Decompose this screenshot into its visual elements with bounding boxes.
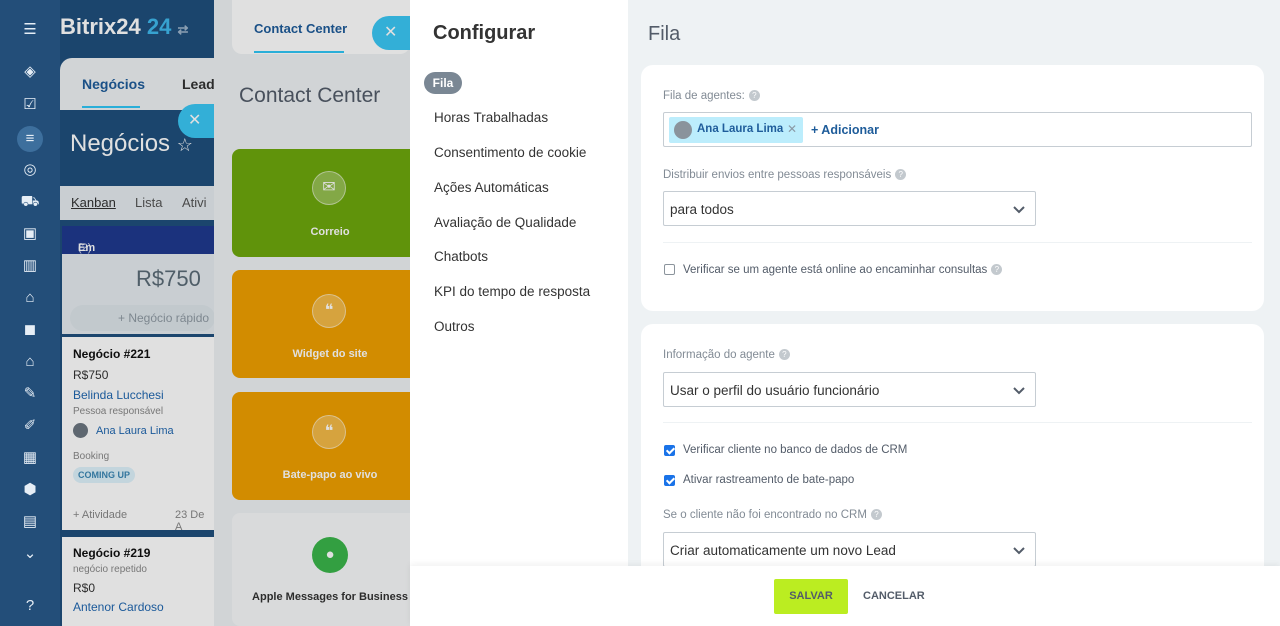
document-edit-icon[interactable]: ✐ — [20, 416, 40, 436]
check-crm-checkbox[interactable] — [664, 445, 675, 456]
crm-filter-icon[interactable]: ≡ — [17, 126, 43, 152]
agent-info-label: Informação do agente? — [663, 349, 790, 361]
box-icon[interactable]: ◼ — [20, 320, 40, 340]
not-found-value: Criar automaticamente um novo Lead — [670, 543, 896, 558]
tasks-icon[interactable]: ☑ — [20, 95, 40, 115]
config-title: Configurar — [433, 22, 536, 44]
activity-stream-icon[interactable]: ◈ — [20, 62, 40, 82]
building-icon[interactable]: ⌂ — [20, 352, 40, 372]
calendar-icon[interactable]: ▦ — [20, 448, 40, 468]
divider — [663, 422, 1252, 423]
save-button[interactable]: SALVAR — [774, 579, 848, 614]
menu-item-horas[interactable]: Horas Trabalhadas — [434, 110, 548, 125]
agent-info-select[interactable]: Usar o perfil do usuário funcionário — [663, 372, 1036, 407]
sign-icon[interactable]: ✎ — [20, 384, 40, 404]
not-found-select[interactable]: Criar automaticamente um novo Lead — [663, 532, 1036, 567]
hexagon-icon[interactable]: ⬢ — [20, 480, 40, 500]
remove-agent-icon[interactable]: ✕ — [787, 122, 797, 136]
robot-icon[interactable]: ⌂ — [20, 288, 40, 308]
menu-hamburger-icon[interactable]: ☰ — [20, 20, 40, 40]
not-found-text: Se o cliente não foi encontrado no CRM — [663, 509, 867, 521]
contact-center-icon[interactable]: ▤ — [20, 512, 40, 532]
avatar — [674, 121, 692, 139]
analytics-icon[interactable]: ▥ — [20, 256, 40, 276]
help-icon[interactable]: ? — [895, 169, 907, 180]
not-found-label: Se o cliente não foi encontrado no CRM? — [663, 509, 882, 521]
menu-item-outros[interactable]: Outros — [434, 319, 475, 334]
menu-item-chatbots[interactable]: Chatbots — [434, 249, 488, 264]
queue-label: Fila de agentes:? — [663, 90, 760, 102]
chevron-down-icon — [1013, 387, 1025, 395]
help-icon[interactable]: ? — [20, 596, 40, 616]
help-icon[interactable]: ? — [991, 264, 1003, 275]
overlay-dim — [60, 0, 410, 626]
check-online-label: Verificar se um agente está online ao en… — [683, 264, 1003, 276]
agent-chip-name: Ana Laura Lima — [697, 123, 784, 135]
check-crm-label: Verificar cliente no banco de dados de C… — [683, 444, 908, 456]
menu-item-cookie[interactable]: Consentimento de cookie — [434, 145, 586, 160]
help-icon[interactable]: ? — [778, 349, 790, 360]
menu-item-acoes[interactable]: Ações Automáticas — [434, 180, 549, 195]
add-agent-link[interactable]: + Adicionar — [811, 123, 879, 137]
agent-info-text: Informação do agente — [663, 349, 775, 361]
distribute-select[interactable]: para todos — [663, 191, 1036, 226]
check-online-checkbox[interactable] — [664, 264, 675, 275]
menu-item-kpi[interactable]: KPI do tempo de resposta — [434, 284, 590, 299]
queue-label-text: Fila de agentes: — [663, 90, 745, 102]
menu-item-fila[interactable]: Fila — [424, 72, 462, 94]
left-menu-rail: ☰ ◈ ☑ ≡ ◎ ⛟ ▣ ▥ ⌂ ◼ ⌂ ✎ ✐ ▦ ⬢ ▤ ⌄ ? — [0, 0, 60, 626]
distribute-label-text: Distribuir envios entre pessoas responsá… — [663, 169, 892, 181]
distribute-label: Distribuir envios entre pessoas responsá… — [663, 169, 907, 181]
chevron-down-icon — [1013, 206, 1025, 214]
contact-card-icon[interactable]: ▣ — [20, 224, 40, 244]
agent-info-value: Usar o perfil do usuário funcionário — [670, 383, 880, 398]
divider — [663, 242, 1252, 243]
more-chevron-icon[interactable]: ⌄ — [20, 544, 40, 564]
cancel-button[interactable]: CANCELAR — [863, 590, 925, 602]
help-icon[interactable]: ? — [870, 509, 882, 520]
help-icon[interactable]: ? — [748, 90, 760, 101]
cart-icon[interactable]: ⛟ — [20, 192, 40, 212]
section-title: Fila — [648, 23, 681, 45]
target-icon[interactable]: ◎ — [20, 160, 40, 180]
chevron-down-icon — [1013, 547, 1025, 555]
chat-tracking-label: Ativar rastreamento de bate-papo — [683, 474, 855, 486]
check-online-text: Verificar se um agente está online ao en… — [683, 264, 988, 276]
menu-item-avaliacao[interactable]: Avaliação de Qualidade — [434, 215, 576, 230]
distribute-value: para todos — [670, 202, 734, 217]
chat-tracking-checkbox[interactable] — [664, 475, 675, 486]
